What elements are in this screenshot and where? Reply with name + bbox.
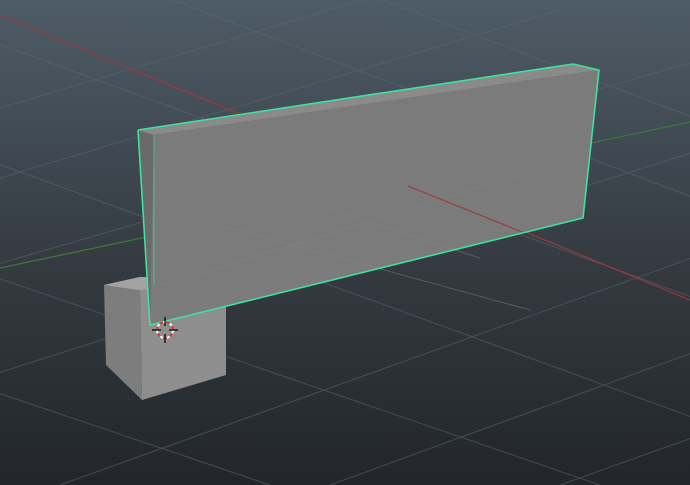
viewport-canvas[interactable] <box>0 0 690 485</box>
3d-viewport[interactable] <box>0 0 690 485</box>
